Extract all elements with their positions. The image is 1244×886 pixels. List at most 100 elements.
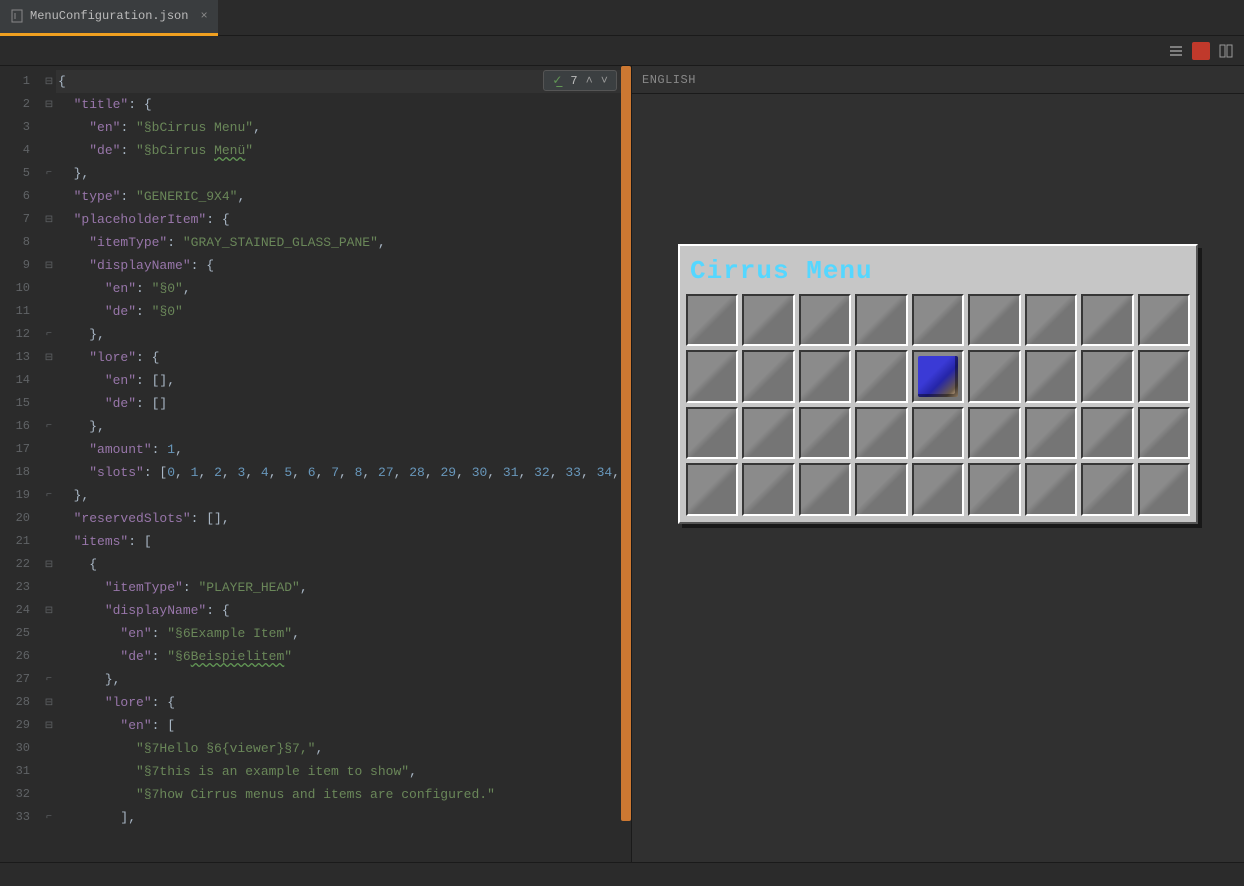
fold-marker[interactable]: ⌐ — [42, 806, 56, 829]
code-line[interactable]: "type": "GENERIC_9X4", — [56, 185, 631, 208]
code-line[interactable]: "itemType": "GRAY_STAINED_GLASS_PANE", — [56, 231, 631, 254]
code-line[interactable]: "de": "§0" — [56, 300, 631, 323]
code-line[interactable]: "de": [] — [56, 392, 631, 415]
inventory-slot[interactable] — [799, 350, 851, 402]
fold-marker[interactable]: ⊟ — [42, 93, 56, 116]
toggle-preview-icon[interactable] — [1192, 42, 1210, 60]
fold-marker[interactable] — [42, 760, 56, 783]
code-line[interactable]: "itemType": "PLAYER_HEAD", — [56, 576, 631, 599]
fold-marker[interactable] — [42, 461, 56, 484]
problems-widget[interactable]: ✓̲ 7 ˄ ˅ — [543, 70, 617, 91]
inventory-slot[interactable] — [855, 463, 907, 515]
inventory-slot[interactable] — [855, 294, 907, 346]
language-selector-label[interactable]: ENGLISH — [642, 73, 696, 87]
inventory-slot[interactable] — [1025, 350, 1077, 402]
split-icon[interactable] — [1218, 43, 1234, 59]
inventory-slot[interactable] — [742, 294, 794, 346]
fold-marker[interactable]: ⌐ — [42, 668, 56, 691]
fold-marker[interactable] — [42, 645, 56, 668]
fold-marker[interactable]: ⊟ — [42, 714, 56, 737]
fold-marker[interactable] — [42, 116, 56, 139]
fold-marker[interactable]: ⊟ — [42, 553, 56, 576]
code-line[interactable]: { — [56, 553, 631, 576]
fold-marker[interactable] — [42, 139, 56, 162]
fold-marker[interactable] — [42, 277, 56, 300]
code-line[interactable]: "§7how Cirrus menus and items are config… — [56, 783, 631, 806]
inventory-slot[interactable] — [1081, 463, 1133, 515]
code-line[interactable]: }, — [56, 484, 631, 507]
inventory-slot[interactable] — [742, 350, 794, 402]
code-line[interactable]: "de": "§6Beispielitem" — [56, 645, 631, 668]
inventory-slot[interactable] — [855, 350, 907, 402]
inventory-slot[interactable] — [912, 294, 964, 346]
code-line[interactable]: ], — [56, 806, 631, 829]
fold-marker[interactable]: ⊟ — [42, 254, 56, 277]
code-line[interactable]: "lore": { — [56, 346, 631, 369]
fold-marker[interactable] — [42, 185, 56, 208]
fold-marker[interactable] — [42, 530, 56, 553]
inventory-slot[interactable] — [1081, 294, 1133, 346]
code-line[interactable]: }, — [56, 668, 631, 691]
fold-marker[interactable]: ⌐ — [42, 323, 56, 346]
code-line[interactable]: "de": "§bCirrus Menü" — [56, 139, 631, 162]
code-line[interactable]: "en": [], — [56, 369, 631, 392]
code-line[interactable]: "reservedSlots": [], — [56, 507, 631, 530]
inventory-slot[interactable] — [1138, 407, 1190, 459]
code-line[interactable]: "§7this is an example item to show", — [56, 760, 631, 783]
chevron-down-icon[interactable]: ˅ — [601, 74, 608, 88]
code-line[interactable]: "en": "§bCirrus Menu", — [56, 116, 631, 139]
code-line[interactable]: "en": [ — [56, 714, 631, 737]
fold-marker[interactable]: ⊟ — [42, 70, 56, 93]
inventory-slot[interactable] — [1081, 407, 1133, 459]
code-line[interactable]: "§7Hello §6{viewer}§7,", — [56, 737, 631, 760]
inventory-slot[interactable] — [855, 407, 907, 459]
fold-marker[interactable]: ⊟ — [42, 599, 56, 622]
fold-marker[interactable] — [42, 231, 56, 254]
menu-icon[interactable] — [1168, 43, 1184, 59]
fold-marker[interactable] — [42, 438, 56, 461]
fold-marker[interactable]: ⊟ — [42, 346, 56, 369]
fold-marker[interactable] — [42, 783, 56, 806]
scrollbar-thumb[interactable] — [621, 66, 631, 821]
code-line[interactable]: }, — [56, 415, 631, 438]
fold-marker[interactable] — [42, 300, 56, 323]
inventory-slot[interactable] — [799, 463, 851, 515]
inventory-slot[interactable] — [968, 350, 1020, 402]
chevron-up-icon[interactable]: ˄ — [586, 74, 593, 88]
fold-marker[interactable]: ⊟ — [42, 208, 56, 231]
inventory-slot[interactable] — [912, 407, 964, 459]
code-line[interactable]: "slots": [0, 1, 2, 3, 4, 5, 6, 7, 8, 27,… — [56, 461, 631, 484]
code-line[interactable]: "items": [ — [56, 530, 631, 553]
code-line[interactable]: "displayName": { — [56, 254, 631, 277]
inventory-slot[interactable] — [1025, 463, 1077, 515]
inventory-slot[interactable] — [686, 407, 738, 459]
inventory-slot[interactable] — [686, 350, 738, 402]
inventory-slot[interactable] — [1025, 294, 1077, 346]
inventory-slot[interactable] — [968, 294, 1020, 346]
code-line[interactable]: "en": "§6Example Item", — [56, 622, 631, 645]
fold-marker[interactable]: ⌐ — [42, 415, 56, 438]
code-line[interactable]: "displayName": { — [56, 599, 631, 622]
code-line[interactable]: "amount": 1, — [56, 438, 631, 461]
fold-marker[interactable]: ⌐ — [42, 484, 56, 507]
code-line[interactable]: "title": { — [56, 93, 631, 116]
close-icon[interactable]: × — [200, 9, 207, 23]
code-line[interactable]: }, — [56, 323, 631, 346]
code-line[interactable]: }, — [56, 162, 631, 185]
inventory-slot[interactable] — [1081, 350, 1133, 402]
inventory-slot[interactable] — [968, 463, 1020, 515]
inventory-slot[interactable] — [742, 463, 794, 515]
inventory-slot[interactable] — [1138, 463, 1190, 515]
inventory-slot[interactable] — [799, 294, 851, 346]
fold-marker[interactable]: ⌐ — [42, 162, 56, 185]
code-line[interactable]: "placeholderItem": { — [56, 208, 631, 231]
fold-marker[interactable] — [42, 576, 56, 599]
inventory-slot[interactable] — [912, 350, 964, 402]
inventory-slot[interactable] — [1025, 407, 1077, 459]
inventory-slot[interactable] — [968, 407, 1020, 459]
inventory-slot[interactable] — [742, 407, 794, 459]
fold-marker[interactable]: ⊟ — [42, 691, 56, 714]
code-area[interactable]: ✓̲ 7 ˄ ˅ { "title": { "en": "§bCirrus Me… — [56, 66, 631, 862]
inventory-slot[interactable] — [1138, 350, 1190, 402]
editor-tab[interactable]: MenuConfiguration.json × — [0, 0, 218, 36]
